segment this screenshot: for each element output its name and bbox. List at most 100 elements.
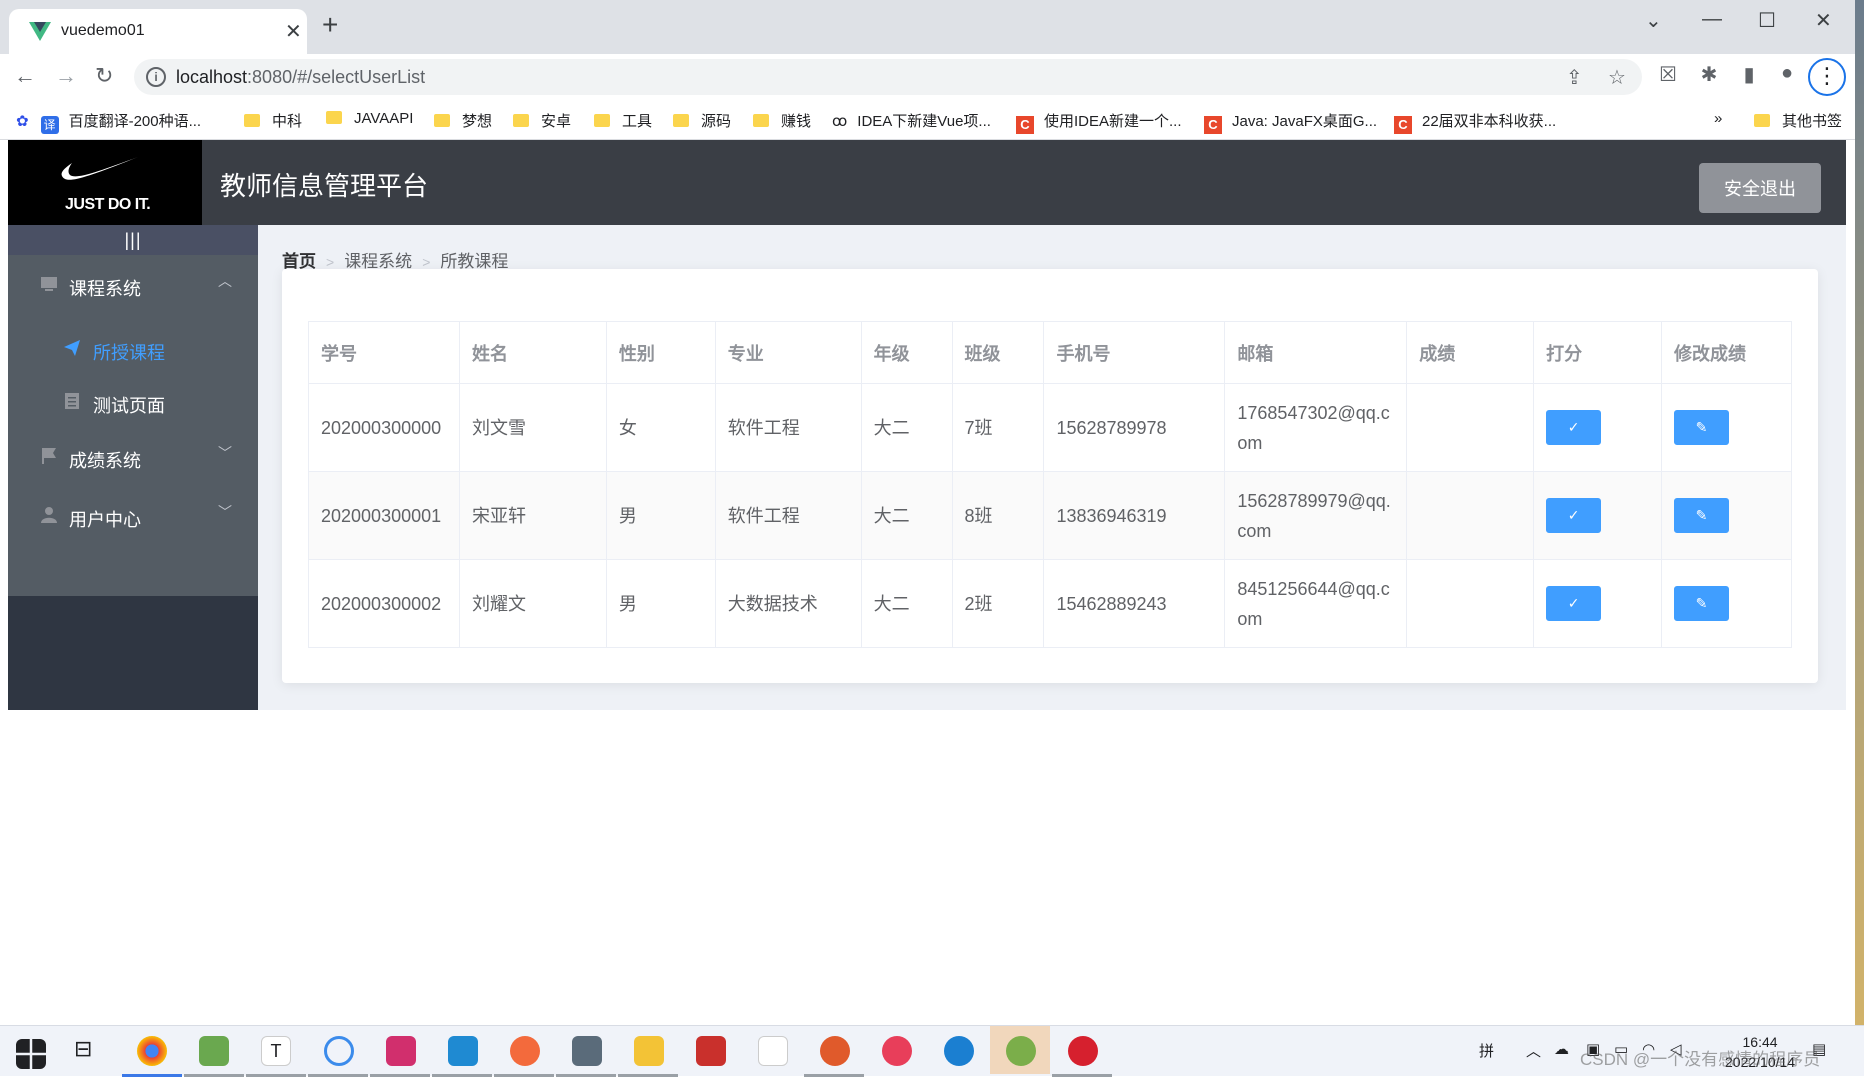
back-icon[interactable]: ← [14,63,36,89]
other-bookmarks[interactable]: 其他书签 [1754,110,1842,131]
browser-toolbar: ← → ↻ i localhost:8080/#/selectUserList … [0,54,1864,100]
menu-course-system[interactable]: 课程系统 ︿ [8,255,258,315]
csdn-watermark: CSDN @一个没有感情的程序员 [1580,1050,1821,1069]
browser-menu-icon[interactable]: ⋮ [1808,58,1846,96]
nike-logo: JUST DO IT. [8,140,202,225]
menu-grade-system[interactable]: 成绩系统 ﹀ [8,427,258,487]
bookmark-folder[interactable]: 梦想 [434,110,492,131]
app-taskbar-icon[interactable] [572,1036,602,1066]
monitor-icon [41,277,57,291]
csdn-icon: C [1204,116,1222,134]
edit-score-button[interactable]: ✎ [1674,498,1729,533]
window-close-icon[interactable]: ✕ [1815,8,1832,33]
side-panel-icon[interactable]: ▮ [1737,62,1761,86]
vscode-taskbar-icon[interactable] [448,1036,478,1066]
typora-taskbar-icon[interactable]: T [261,1036,291,1066]
cell-grade: 大二 [860,471,953,560]
profile-avatar-icon[interactable]: ● [1775,62,1799,86]
app-taskbar-icon[interactable] [324,1036,354,1066]
chrome-taskbar-icon[interactable] [137,1036,167,1066]
bookmark-folder[interactable]: JAVAAPI [326,110,413,127]
task-view-icon[interactable]: ⊟ [74,1036,104,1066]
bookmark-folder[interactable]: 安卓 [513,110,571,131]
cell-name: 刘文雪 [458,383,607,472]
vue-logo-icon [29,22,51,41]
flag-icon [42,448,56,464]
grade-button[interactable]: ✓ [1546,498,1602,533]
intellij-taskbar-icon[interactable] [386,1036,416,1066]
column-header: 打分 [1533,321,1662,384]
column-header: 姓名 [458,321,607,384]
grade-button[interactable]: ✓ [1546,586,1602,621]
bookmark-csdn[interactable]: C 使用IDEA新建一个... [1016,110,1182,134]
folder-icon [513,114,529,127]
bookmark-folder[interactable]: 源码 [673,110,731,131]
cell-grade-action: ✓ [1533,383,1662,472]
cell-class: 7班 [951,383,1045,472]
ime-indicator[interactable]: 拼 [1479,1040,1494,1061]
extensions-puzzle-icon[interactable]: ✱ [1697,62,1721,86]
folder-icon [1754,114,1770,127]
cell-student-id: 202000300002 [308,559,460,648]
menu-user-center[interactable]: 用户中心 ﹀ [8,486,258,546]
bookmark-folder[interactable]: 赚钱 [753,110,811,131]
extension-x-icon[interactable]: ☒ [1656,62,1680,86]
site-info-icon[interactable]: i [146,67,166,87]
column-header: 手机号 [1043,321,1226,384]
windows-start-icon[interactable] [16,1039,46,1069]
cell-edit-action: ✎ [1661,383,1792,472]
edge-taskbar-icon[interactable] [944,1036,974,1066]
share-icon[interactable]: ⇪ [1566,65,1583,90]
app-taskbar-icon[interactable] [758,1036,788,1066]
edit-score-button[interactable]: ✎ [1674,410,1729,445]
sidebar-collapse-toggle[interactable]: ||| [8,225,258,255]
netease-music-taskbar-icon[interactable] [1068,1036,1098,1066]
app-taskbar-icon[interactable] [820,1036,850,1066]
menu-test-page[interactable]: 测试页面 [8,372,258,432]
column-header: 成绩 [1406,321,1535,384]
app-taskbar-icon[interactable] [882,1036,912,1066]
bookmarks-more-button[interactable]: » [1714,110,1722,127]
notepad-taskbar-icon[interactable] [199,1036,229,1066]
cell-phone: 15462889243 [1043,559,1226,648]
column-header: 班级 [951,321,1045,384]
minimize-icon[interactable]: — [1702,8,1722,31]
logout-button[interactable]: 安全退出 [1699,163,1821,213]
edit-score-button[interactable]: ✎ [1674,586,1729,621]
cell-grade: 大二 [860,383,953,472]
desktop-wallpaper-edge [1855,0,1864,1025]
cell-gender: 男 [605,559,716,648]
forward-icon[interactable]: → [55,63,77,89]
bookmark-csdn[interactable]: C 22届双非本科收获... [1394,110,1556,134]
tab-close-icon[interactable]: ✕ [285,19,302,44]
column-header: 专业 [714,321,862,384]
file-explorer-taskbar-icon[interactable] [634,1036,664,1066]
breadcrumb-separator-icon: > [422,254,431,270]
redis-taskbar-icon[interactable] [696,1036,726,1066]
user-icon [41,507,57,523]
chevron-down-icon: ﹀ [218,445,232,461]
address-bar[interactable]: i localhost:8080/#/selectUserList ⇪ ☆ [134,59,1642,95]
browser-tab[interactable]: vuedemo01 ✕ [9,9,307,54]
reload-icon[interactable]: ↻ [95,63,113,89]
bookmark-idea[interactable]: ꝏ IDEA下新建Vue项... [832,110,991,131]
bookmark-folder[interactable]: 中科 [244,110,302,131]
logo-slogan: JUST DO IT. [65,196,151,213]
tray-expand-icon[interactable]: ︿ [1526,1040,1541,1061]
bookmark-folder[interactable]: 工具 [594,110,652,131]
browser-chrome: vuedemo01 ✕ + ⌄ — ☐ ✕ ← → ↻ i localhost:… [0,0,1864,140]
grade-button[interactable]: ✓ [1546,410,1602,445]
onedrive-icon[interactable]: ☁ [1554,1040,1569,1058]
menu-taught-courses[interactable]: 所授课程 [8,319,258,379]
bookmark-star-icon[interactable]: ☆ [1608,65,1626,90]
bookmark-baidu[interactable]: ✿ 译百度翻译-200种语... [16,110,201,134]
postman-taskbar-icon[interactable] [510,1036,540,1066]
tab-search-icon[interactable]: ⌄ [1645,8,1662,33]
cell-student-id: 202000300000 [308,383,460,472]
folder-icon [434,114,450,127]
cell-email: 1768547302@qq.com [1224,383,1408,472]
bookmark-csdn[interactable]: C Java: JavaFX桌面G... [1204,110,1377,134]
new-tab-icon[interactable]: + [322,11,338,39]
maximize-icon[interactable]: ☐ [1758,8,1776,33]
tab-strip: vuedemo01 ✕ + ⌄ — ☐ ✕ [0,0,1864,54]
